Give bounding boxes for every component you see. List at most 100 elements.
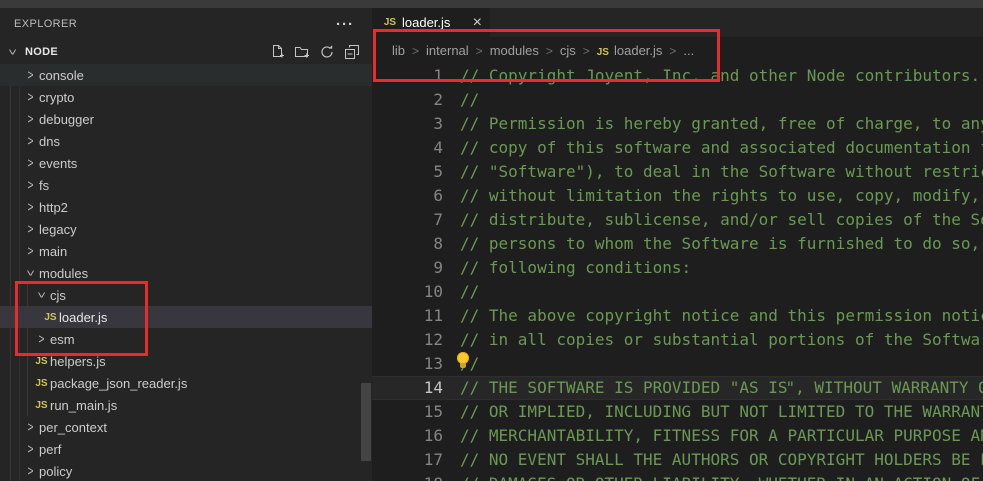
line-number: 10 bbox=[372, 280, 443, 304]
line-text: // OR IMPLIED, INCLUDING BUT NOT LIMITED… bbox=[443, 400, 983, 424]
tree-item-label: cjs bbox=[50, 288, 66, 303]
tree-item-esm[interactable]: esm bbox=[0, 328, 372, 350]
code-line-15[interactable]: 15// OR IMPLIED, INCLUDING BUT NOT LIMIT… bbox=[372, 400, 983, 424]
line-text: // NO EVENT SHALL THE AUTHORS OR COPYRIG… bbox=[443, 448, 983, 472]
editor-group: loader.js × lib > internal > modules > c… bbox=[372, 8, 983, 481]
js-file-icon bbox=[33, 400, 50, 411]
code-line-16[interactable]: 16// MERCHANTABILITY, FITNESS FOR A PART… bbox=[372, 424, 983, 448]
lightbulb-icon[interactable] bbox=[456, 352, 471, 369]
line-text: // copy of this software and associated … bbox=[443, 136, 983, 160]
chevron-down-icon bbox=[33, 288, 50, 302]
tree-item-legacy[interactable]: legacy bbox=[0, 218, 372, 240]
code-line-2[interactable]: 2// bbox=[372, 88, 983, 112]
line-text: // distribute, sublicense, and/or sell c… bbox=[443, 208, 983, 232]
tree-item-http2[interactable]: http2 bbox=[0, 196, 372, 218]
tree-item-label: perf bbox=[39, 442, 61, 457]
line-number: 17 bbox=[372, 448, 443, 472]
more-actions-icon[interactable]: ··· bbox=[336, 16, 354, 33]
new-file-icon[interactable] bbox=[269, 44, 285, 60]
chevron-right-icon bbox=[22, 178, 39, 192]
js-file-icon bbox=[597, 43, 609, 58]
line-number: 15 bbox=[372, 400, 443, 424]
code-line-9[interactable]: 9// following conditions: bbox=[372, 256, 983, 280]
code-line-5[interactable]: 5// "Software"), to deal in the Software… bbox=[372, 160, 983, 184]
chevron-right-icon bbox=[33, 332, 50, 346]
breadcrumb-separator: > bbox=[583, 44, 590, 58]
breadcrumb-separator: > bbox=[669, 44, 676, 58]
tree-item-helpers-js[interactable]: helpers.js bbox=[0, 350, 372, 372]
line-text: // Permission is hereby granted, free of… bbox=[443, 112, 983, 136]
code-line-1[interactable]: 1// Copyright Joyent, Inc. and other Nod… bbox=[372, 64, 983, 88]
code-line-7[interactable]: 7// distribute, sublicense, and/or sell … bbox=[372, 208, 983, 232]
code-line-8[interactable]: 8// persons to whom the Software is furn… bbox=[372, 232, 983, 256]
tree-item-fs[interactable]: fs bbox=[0, 174, 372, 196]
tree-item-label: events bbox=[39, 156, 77, 171]
tree-item-events[interactable]: events bbox=[0, 152, 372, 174]
line-number: 9 bbox=[372, 256, 443, 280]
tree-item-label: legacy bbox=[39, 222, 77, 237]
tree-item-run-main-js[interactable]: run_main.js bbox=[0, 394, 372, 416]
chevron-right-icon bbox=[22, 420, 39, 434]
breadcrumb-separator: > bbox=[476, 44, 483, 58]
breadcrumb-item-lib[interactable]: lib bbox=[392, 43, 405, 58]
line-number: 12 bbox=[372, 328, 443, 352]
tree-item-label: debugger bbox=[39, 112, 94, 127]
line-text: // following conditions: bbox=[443, 256, 691, 280]
tree-item-loader-js[interactable]: loader.js bbox=[0, 306, 372, 328]
code-line-17[interactable]: 17// NO EVENT SHALL THE AUTHORS OR COPYR… bbox=[372, 448, 983, 472]
line-number: 3 bbox=[372, 112, 443, 136]
tree-item-label: main bbox=[39, 244, 67, 259]
code-line-4[interactable]: 4// copy of this software and associated… bbox=[372, 136, 983, 160]
js-file-icon bbox=[33, 378, 50, 389]
line-text: // THE SOFTWARE IS PROVIDED "AS IS bbox=[443, 376, 788, 400]
tree-item-package-json-reader-js[interactable]: package_json_reader.js bbox=[0, 372, 372, 394]
code-area: 1// Copyright Joyent, Inc. and other Nod… bbox=[372, 64, 983, 481]
code-line-6[interactable]: 6// without limitation the rights to use… bbox=[372, 184, 983, 208]
line-text: // "Software"), to deal in the Software … bbox=[443, 160, 983, 184]
breadcrumb-item-cjs[interactable]: cjs bbox=[560, 43, 576, 58]
tree-item-debugger[interactable]: debugger bbox=[0, 108, 372, 130]
tree-item-cjs[interactable]: cjs bbox=[0, 284, 372, 306]
breadcrumb-item-modules[interactable]: modules bbox=[490, 43, 539, 58]
explorer-header: EXPLORER ··· bbox=[0, 8, 372, 40]
chevron-right-icon bbox=[22, 200, 39, 214]
collapse-all-icon[interactable] bbox=[344, 44, 360, 60]
breadcrumb-item-internal[interactable]: internal bbox=[426, 43, 469, 58]
sidebar-scrollbar[interactable] bbox=[361, 383, 371, 461]
line-text: // in all copies or substantial portions… bbox=[443, 328, 983, 352]
tree-item-perf[interactable]: perf bbox=[0, 438, 372, 460]
tree-item-policy[interactable]: policy bbox=[0, 460, 372, 481]
new-folder-icon[interactable] bbox=[294, 44, 310, 60]
code-line-10[interactable]: 10// bbox=[372, 280, 983, 304]
tree-item-console[interactable]: console bbox=[0, 64, 372, 86]
tree-item-modules[interactable]: modules bbox=[0, 262, 372, 284]
section-header-node[interactable]: NODE bbox=[0, 40, 372, 64]
tree-item-label: policy bbox=[39, 464, 72, 479]
tree-item-label: crypto bbox=[39, 90, 74, 105]
tab-label: loader.js bbox=[402, 15, 450, 30]
tree-item-crypto[interactable]: crypto bbox=[0, 86, 372, 108]
line-text: // MERCHANTABILITY, FITNESS FOR A PARTIC… bbox=[443, 424, 983, 448]
tree-item-label: loader.js bbox=[59, 310, 107, 325]
line-number: 13 bbox=[372, 352, 443, 376]
line-text: // persons to whom the Software is furni… bbox=[443, 232, 983, 256]
section-label: NODE bbox=[25, 46, 58, 58]
js-file-icon bbox=[382, 17, 398, 28]
code-line-11[interactable]: 11// The above copyright notice and this… bbox=[372, 304, 983, 328]
line-text: // The above copyright notice and this p… bbox=[443, 304, 983, 328]
breadcrumb-item-loader-js[interactable]: loader.js bbox=[614, 43, 662, 58]
line-text: ", WITHOUT WARRANTY OF ANY KIND, EXPRESS bbox=[786, 376, 983, 400]
code-line-18[interactable]: 18// DAMAGES OR OTHER LIABILITY, WHETHER… bbox=[372, 472, 983, 481]
code-line-12[interactable]: 12// in all copies or substantial portio… bbox=[372, 328, 983, 352]
code-line-14[interactable]: 14// THE SOFTWARE IS PROVIDED "AS IS", W… bbox=[372, 376, 983, 400]
tab-loader-js[interactable]: loader.js × bbox=[372, 8, 490, 37]
tree-item-label: console bbox=[39, 68, 84, 83]
tree-item-per-context[interactable]: per_context bbox=[0, 416, 372, 438]
tree-item-dns[interactable]: dns bbox=[0, 130, 372, 152]
breadcrumb-item-symbol-picker[interactable]: ... bbox=[683, 43, 694, 58]
refresh-icon[interactable] bbox=[319, 44, 335, 60]
close-icon[interactable]: × bbox=[473, 15, 482, 31]
code-line-3[interactable]: 3// Permission is hereby granted, free o… bbox=[372, 112, 983, 136]
tree-item-main[interactable]: main bbox=[0, 240, 372, 262]
tree-item-label: esm bbox=[50, 332, 75, 347]
